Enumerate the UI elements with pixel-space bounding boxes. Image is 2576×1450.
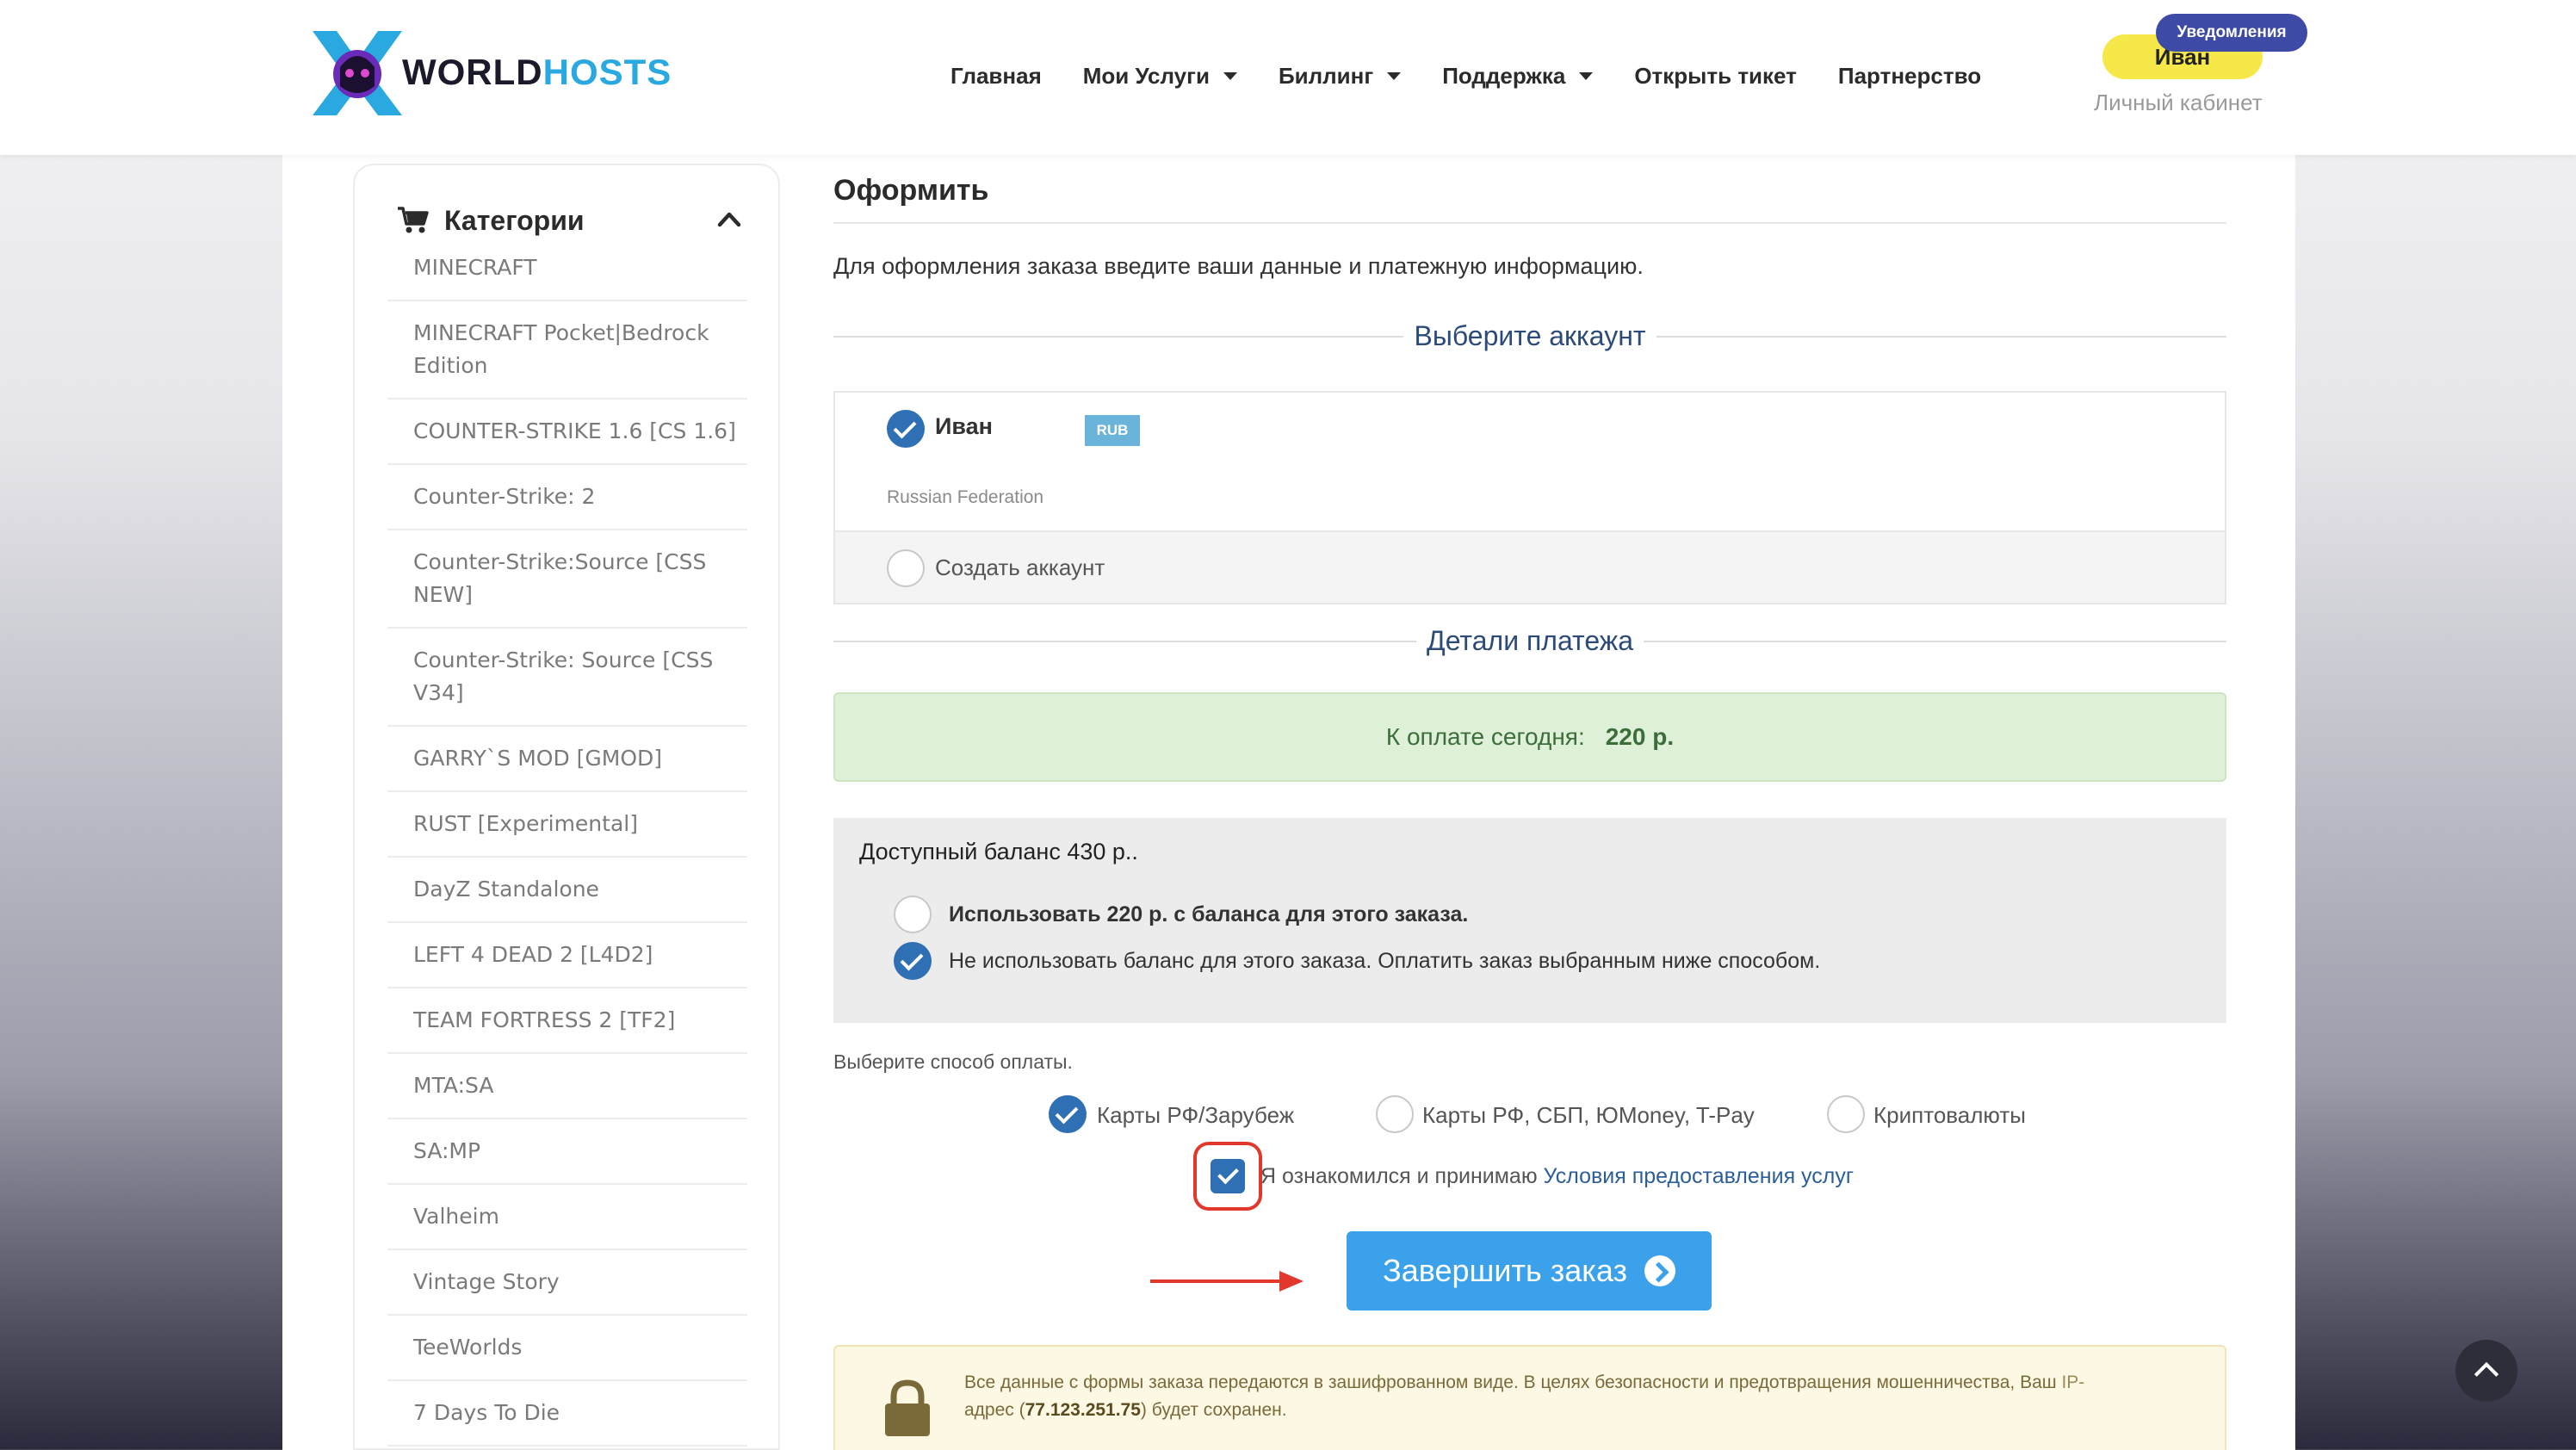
- tos-link[interactable]: Условия предоставления услуг: [1544, 1164, 1854, 1188]
- ip-address: 77.123.251.75: [1025, 1400, 1141, 1420]
- account-selector: Иван RUB Russian Federation Создать акка…: [833, 391, 2226, 604]
- category-item[interactable]: MTA:SA: [387, 1054, 747, 1119]
- no-balance-radio-selected[interactable]: [894, 942, 932, 980]
- tos-text: Я ознакомился и принимаю Условия предост…: [1260, 1164, 1854, 1188]
- payment-method-sbp-radio[interactable]: [1376, 1095, 1414, 1133]
- category-item[interactable]: MINECRAFT Pocket|Bedrock Edition: [387, 301, 747, 400]
- category-item[interactable]: DayZ Standalone: [387, 858, 747, 923]
- site-header: WORLDHOSTS Главная Мои Услуги Биллинг По…: [0, 0, 2576, 155]
- balance-box: Доступный баланс 430 р.. Использовать 22…: [833, 818, 2226, 1023]
- account-option-existing[interactable]: Иван RUB Russian Federation: [835, 393, 2225, 530]
- currency-badge: RUB: [1085, 415, 1140, 446]
- due-today-box: К оплате сегодня: 220 р.: [833, 692, 2226, 782]
- arrow-right-icon: [1150, 1271, 1303, 1292]
- payment-section-title: Детали платежа: [833, 625, 2226, 657]
- create-account-radio[interactable]: [887, 549, 925, 587]
- category-item[interactable]: TeeWorlds: [387, 1316, 747, 1381]
- account-country: Russian Federation: [887, 487, 1044, 507]
- tos-checkbox-checked[interactable]: [1211, 1159, 1245, 1193]
- nav-billing[interactable]: Биллинг: [1279, 63, 1402, 90]
- account-option-create[interactable]: Создать аккаунт: [835, 530, 2225, 603]
- payment-method-sbp[interactable]: Карты РФ, СБП, ЮMoney, T-Pay: [1422, 1102, 1755, 1129]
- account-section-title: Выберите аккаунт: [833, 320, 2226, 352]
- due-today-label: К оплате сегодня:: [1385, 723, 1585, 750]
- use-balance-radio[interactable]: [894, 895, 932, 933]
- complete-order-button[interactable]: Завершить заказ: [1347, 1231, 1712, 1311]
- chevron-up-icon[interactable]: [716, 207, 742, 232]
- payment-method-crypto[interactable]: Криптовалюты: [1873, 1102, 2026, 1129]
- account-radio-selected[interactable]: [887, 410, 925, 448]
- nav-home[interactable]: Главная: [951, 63, 1042, 90]
- category-item[interactable]: Vintage Story: [387, 1250, 747, 1316]
- scroll-to-top-button[interactable]: [2455, 1340, 2517, 1402]
- category-item[interactable]: TEAM FORTRESS 2 [TF2]: [387, 988, 747, 1054]
- categories-title: Категории: [444, 204, 585, 236]
- personal-cabinet-link[interactable]: Личный кабинет: [2094, 90, 2263, 116]
- category-item[interactable]: MINECRAFT: [387, 251, 747, 301]
- balance-amount: 430 р..: [1067, 839, 1138, 864]
- category-item[interactable]: SA:MP: [387, 1119, 747, 1185]
- category-item[interactable]: RUST [Experimental]: [387, 792, 747, 858]
- categories-sidebar: Категории MINECRAFT MINECRAFT Pocket|Bed…: [353, 164, 780, 1450]
- nav-support[interactable]: Поддержка: [1442, 63, 1594, 90]
- payment-method-cards[interactable]: Карты РФ/Зарубеж: [1097, 1102, 1294, 1129]
- checkout-intro: Для оформления заказа введите ваши данны…: [833, 253, 1644, 279]
- nav-my-services[interactable]: Мои Услуги: [1083, 63, 1237, 90]
- nav-partnership[interactable]: Партнерство: [1838, 63, 1981, 90]
- account-name: Иван: [935, 413, 993, 439]
- category-item[interactable]: Counter-Strike:Source [CSS NEW]: [387, 530, 747, 629]
- create-account-label: Создать аккаунт: [935, 555, 1105, 580]
- notifications-badge[interactable]: Уведомления: [2156, 14, 2307, 52]
- use-balance-option[interactable]: Использовать 220 р. с баланса для этого …: [949, 902, 1468, 927]
- category-item[interactable]: Counter-Strike: Source [CSS V34]: [387, 629, 747, 727]
- cart-icon: [398, 207, 429, 233]
- category-item[interactable]: Valheim: [387, 1185, 747, 1250]
- category-item[interactable]: LEFT 4 DEAD 2 [L4D2]: [387, 923, 747, 988]
- balance-label: Доступный баланс 430 р..: [859, 839, 1138, 864]
- category-item[interactable]: GARRY`S MOD [GMOD]: [387, 727, 747, 792]
- payment-method-label: Выберите способ оплаты.: [833, 1050, 1073, 1073]
- security-notice: Все данные с формы заказа передаются в з…: [833, 1345, 2226, 1450]
- lock-icon: [885, 1379, 930, 1436]
- divider: [833, 222, 2226, 224]
- arrow-circle-right-icon: [1644, 1255, 1675, 1286]
- due-today-amount: 220 р.: [1605, 723, 1675, 750]
- chevron-down-icon: [1223, 71, 1237, 80]
- main-nav: Главная Мои Услуги Биллинг Поддержка Отк…: [951, 60, 2022, 91]
- payment-method-cards-radio-selected[interactable]: [1049, 1095, 1087, 1133]
- payment-method-crypto-radio[interactable]: [1827, 1095, 1865, 1133]
- no-balance-option[interactable]: Не использовать баланс для этого заказа.…: [949, 949, 1820, 974]
- logo-text: WORLDHOSTS: [402, 52, 672, 92]
- site-logo[interactable]: WORLDHOSTS: [306, 26, 671, 121]
- category-item[interactable]: COUNTER-STRIKE 1.6 [CS 1.6]: [387, 400, 747, 465]
- logo-emblem-icon: [313, 31, 402, 115]
- category-list: MINECRAFT MINECRAFT Pocket|Bedrock Editi…: [387, 251, 747, 1447]
- chevron-down-icon: [1387, 71, 1402, 80]
- security-text: Все данные с формы заказа передаются в з…: [964, 1373, 2085, 1420]
- page-title: Оформить: [833, 174, 989, 207]
- category-item[interactable]: Counter-Strike: 2: [387, 465, 747, 530]
- category-item[interactable]: 7 Days To Die: [387, 1381, 747, 1447]
- chevron-down-icon: [1579, 71, 1594, 80]
- categories-header[interactable]: Категории: [398, 201, 742, 239]
- nav-open-ticket[interactable]: Открыть тикет: [1634, 63, 1797, 90]
